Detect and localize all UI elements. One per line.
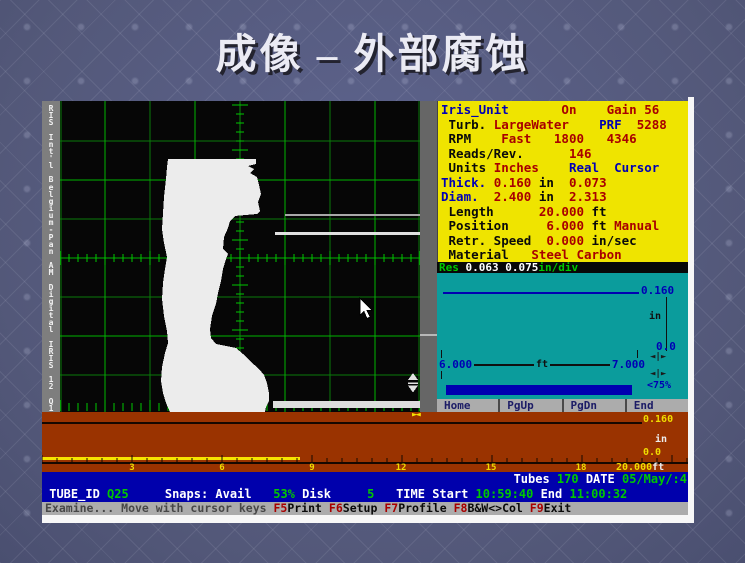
pgdn-button[interactable]: PgDn (562, 399, 625, 412)
echo-line-upper (285, 214, 420, 216)
bscan-display[interactable] (60, 101, 420, 412)
x-bracket-right (637, 350, 638, 358)
screenshot-bottom-margin (42, 515, 688, 523)
echo-line-lower (275, 232, 420, 235)
position-marker-icon[interactable]: ►◄ (412, 411, 419, 420)
y-range-stepper[interactable]: ◄|► (650, 352, 666, 362)
scrollbar-thumb[interactable] (420, 334, 437, 336)
profile-xunit-label: ft (534, 359, 550, 370)
strip-yunit-label: in (655, 434, 667, 445)
screenshot-right-margin (688, 97, 694, 523)
zoom-level-label: <75% (647, 380, 671, 391)
status-bar-file: FILE SEAMASS1 Desc UNIT1 Tubes 170 DATE … (42, 472, 688, 487)
strip-xaxis (42, 452, 688, 464)
x-bracket-left2 (441, 371, 442, 379)
strip-chart-panel: ►◄ 0.160 in 0.0 3 6 9 12 15 18 20.000ft (42, 412, 688, 472)
strip-tick: 6 (219, 463, 224, 473)
iris-software-screenshot: RIS Int'l Belgium-Pan AM Digital IRIS 12… (42, 97, 694, 523)
vertical-scrollbar[interactable] (420, 101, 437, 412)
profile-xmax-label: 7.000 (612, 358, 645, 371)
profile-xaxis: 6.000 ft 7.000 (439, 358, 645, 371)
strip-tick: 3 (129, 463, 134, 473)
right-panel: Iris_Unit On Gain 56 Turb. LargeWater PR… (437, 101, 688, 412)
resolution-bar: Res 0.063 0.075in/div (437, 262, 688, 273)
strip-ymax-label: 0.160 (643, 414, 673, 425)
profile-scale-panel: 0.160 in 0.0 ◄|► 6.000 ft 7.000 ◄|► <75% (437, 273, 688, 399)
function-key-bar: Examine... Move with cursor keys F5Print… (42, 502, 688, 515)
home-button[interactable]: Home (437, 399, 498, 412)
profile-xmin-label: 6.000 (439, 358, 472, 371)
strip-tick: 15 (486, 463, 497, 473)
strip-topline (42, 422, 642, 424)
end-button[interactable]: End (625, 399, 688, 412)
strip-tick: 9 (309, 463, 314, 473)
pgup-button[interactable]: PgUp (498, 399, 561, 412)
tubes-date-info: Tubes 170 DATE 05/May/:4 (514, 472, 687, 487)
x-range-stepper[interactable]: ◄|► (650, 369, 666, 379)
slide: { "title": "成像 – 外部腐蚀", "side_label": "R… (0, 0, 745, 563)
parameter-panel: Iris_Unit On Gain 56 Turb. LargeWater PR… (437, 101, 688, 262)
slide-title: 成像 – 外部腐蚀 (0, 20, 745, 80)
profile-xaxis-line: ft (474, 359, 610, 370)
nav-button-bar: Home PgUp PgDn End (437, 399, 688, 412)
status-bar-tube: TUBE_ID Q25 Snaps: Avail 53% Disk 5 TIME… (42, 487, 688, 502)
position-progress-bar (446, 385, 632, 395)
x-bracket-left (441, 350, 442, 358)
profile-yunit-label: in (649, 311, 661, 322)
profile-ymax-label: 0.160 (641, 284, 674, 297)
strip-end-label: 20.000ft (616, 462, 664, 473)
thickness-trace-line (443, 292, 639, 294)
bscan-canvas (60, 101, 420, 412)
strip-tick: 12 (396, 463, 407, 473)
tube-wall-trace (273, 401, 420, 408)
system-id-vertical-label: RIS Int'l Belgium-Pan AM Digital IRIS 12… (42, 101, 60, 412)
strip-tick: 18 (576, 463, 587, 473)
